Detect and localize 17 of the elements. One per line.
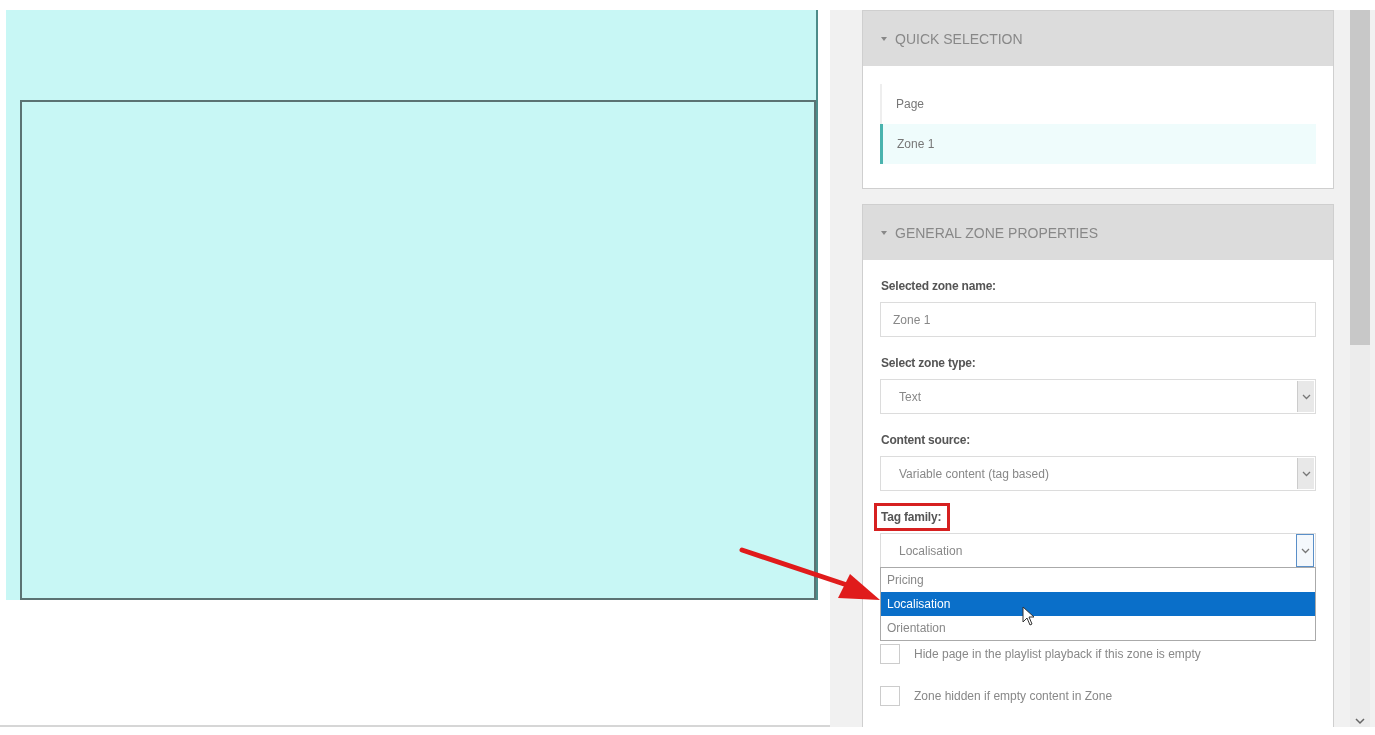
checkbox-label: Hide page in the playlist playback if this zone is empty [914, 647, 1201, 661]
field-label: Content source: [880, 432, 971, 449]
dropdown-option[interactable]: Pricing [881, 568, 1315, 592]
card-title: QUICK SELECTION [895, 30, 1023, 47]
field-label: Tag family: [874, 503, 951, 531]
card-title: GENERAL ZONE PROPERTIES [895, 224, 1099, 241]
dropdown-field[interactable]: Text [880, 379, 1316, 414]
dropdown-field[interactable]: Variable content (tag based) [880, 456, 1316, 491]
checkbox-label: Zone hidden if empty content in Zone [914, 689, 1113, 703]
quick-selection-item[interactable]: Zone 1 [880, 124, 1316, 164]
dropdown-option[interactable]: Localisation [881, 592, 1315, 616]
card-header[interactable]: QUICK SELECTION [863, 11, 1333, 66]
field-label: Selected zone name: [880, 278, 997, 295]
name-field[interactable]: Zone 1 [880, 302, 1316, 337]
card-header[interactable]: GENERAL ZONE PROPERTIES [863, 205, 1333, 260]
dropdown-option[interactable]: Orientation [881, 616, 1315, 640]
field-label: Select zone type: [880, 355, 977, 372]
